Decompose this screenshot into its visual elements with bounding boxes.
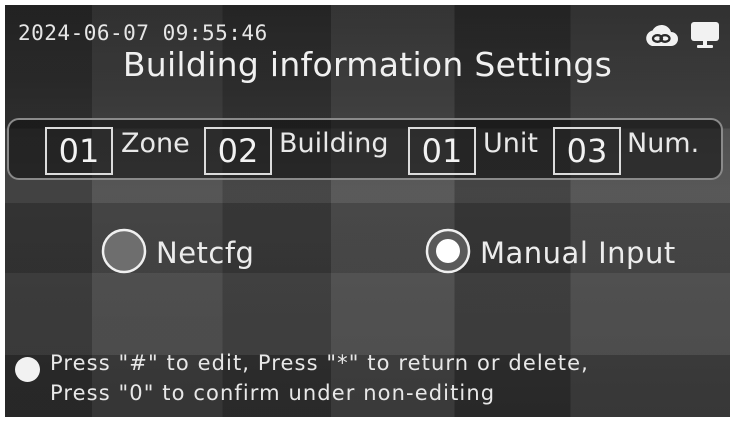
zone-label: Zone bbox=[121, 128, 190, 159]
zone-number-field[interactable]: 01 bbox=[45, 127, 113, 175]
datetime-display: 2024-06-07 09:55:46 bbox=[18, 21, 268, 45]
device-screen: 2024-06-07 09:55:46 Building information… bbox=[5, 5, 730, 417]
hint-bullet-icon bbox=[15, 357, 40, 382]
unit-number-field[interactable]: 01 bbox=[408, 127, 476, 175]
netcfg-label: Netcfg bbox=[156, 236, 255, 270]
building-address-panel: 01 Zone 02 Building 01 Unit 03 Num. bbox=[7, 118, 723, 180]
manual-input-label: Manual Input bbox=[480, 236, 676, 270]
room-number-field[interactable]: 03 bbox=[553, 127, 621, 175]
room-number-label: Num. bbox=[627, 128, 700, 159]
unit-label: Unit bbox=[483, 128, 538, 159]
netcfg-option[interactable]: Netcfg bbox=[101, 228, 254, 278]
manual-input-option[interactable]: Manual Input bbox=[425, 228, 676, 278]
hint-line-2: Press "0" to confirm under non-editing bbox=[50, 381, 496, 405]
page-title: Building information Settings bbox=[122, 45, 613, 84]
radio-selected-icon bbox=[425, 228, 471, 278]
building-label: Building bbox=[279, 128, 389, 159]
hint-line-1: Press "#" to edit, Press "*" to return o… bbox=[50, 351, 589, 375]
building-number-field[interactable]: 02 bbox=[204, 127, 272, 175]
radio-unselected-icon bbox=[101, 228, 147, 278]
